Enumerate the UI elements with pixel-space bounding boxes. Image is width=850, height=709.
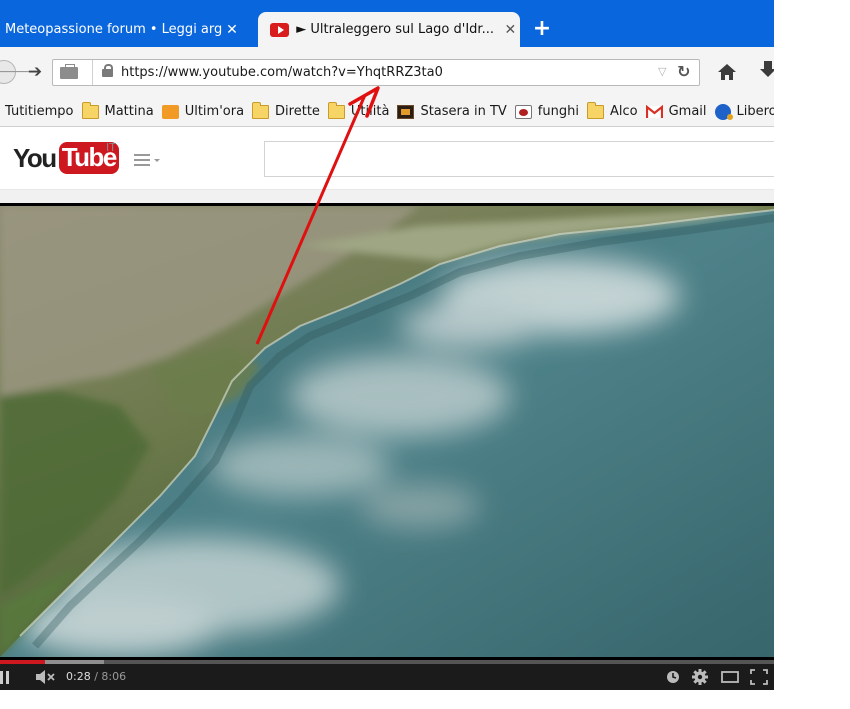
briefcase-icon <box>60 64 78 79</box>
folder-icon <box>252 101 270 119</box>
bookmark-label: funghi <box>537 104 579 119</box>
bookmark-label: Gmail <box>668 104 707 119</box>
bookmark-label: Ultim'ora <box>184 104 245 119</box>
current-time: 0:28 <box>66 670 91 683</box>
navigation-bar: 🡐 ➔ ▽ ↻ <box>0 47 774 97</box>
browser-window: Meteopassione forum • Leggi arg... ✕ ► U… <box>0 0 774 690</box>
tv-icon <box>397 104 415 119</box>
player-controls: 0:28 / 8:06 <box>0 664 774 690</box>
forward-button[interactable]: ➔ <box>24 60 46 84</box>
gear-icon <box>692 669 708 685</box>
youtube-search-input[interactable] <box>264 141 774 177</box>
guide-menu-button[interactable] <box>134 152 164 168</box>
tab-meteopassione[interactable]: Meteopassione forum • Leggi arg... ✕ <box>0 12 256 47</box>
pause-button[interactable] <box>0 671 12 684</box>
folder-icon <box>327 101 345 119</box>
close-tab-icon[interactable]: ✕ <box>222 22 242 38</box>
bookmark-label: Alco <box>609 104 638 119</box>
tab-title: Meteopassione forum • Leggi arg... <box>5 22 222 37</box>
bookmark-tutitiempo[interactable]: Tutitiempo <box>5 104 74 119</box>
youtube-favicon-icon <box>270 22 290 37</box>
new-tab-button[interactable]: + <box>531 14 553 44</box>
country-code: IT <box>106 141 116 154</box>
mushroom-icon <box>514 104 532 119</box>
theater-mode-icon <box>721 671 739 683</box>
settings-button[interactable] <box>690 668 710 686</box>
time-display: 0:28 / 8:06 <box>66 670 126 683</box>
bookmark-label: Mattina <box>104 104 154 119</box>
clock-icon <box>667 671 679 683</box>
youtube-logo[interactable]: You Tube <box>13 140 119 176</box>
video-player[interactable]: 0:28 / 8:06 <box>0 203 774 690</box>
logo-you-text: You <box>13 142 57 173</box>
home-button[interactable] <box>713 59 741 85</box>
home-icon <box>718 64 736 80</box>
watch-later-button[interactable] <box>663 668 683 686</box>
bookmark-folder-mattina[interactable]: Mattina <box>81 101 154 119</box>
folder-icon <box>81 101 99 119</box>
time-separator: / <box>94 670 98 683</box>
gmail-icon <box>645 104 663 118</box>
bookmark-funghi[interactable]: funghi <box>514 104 579 119</box>
lock-icon <box>102 64 113 77</box>
bookmark-gmail[interactable]: Gmail <box>645 104 707 119</box>
bookmark-label: Tutitiempo <box>5 104 74 119</box>
duration: 8:06 <box>101 670 127 683</box>
tab-youtube-active[interactable]: ► Ultraleggero sul Lago d'Idr... ✕ <box>258 12 520 47</box>
bookmark-label: Dirette <box>275 104 320 119</box>
url-bar[interactable]: ▽ ↻ <box>52 59 700 86</box>
bookmark-label: Utilità <box>350 104 390 119</box>
hamburger-menu-icon <box>134 154 160 166</box>
tab-strip: Meteopassione forum • Leggi arg... ✕ ► U… <box>0 0 774 47</box>
back-button[interactable]: 🡐 <box>0 60 31 84</box>
reload-icon[interactable]: ↻ <box>677 62 690 81</box>
bookmark-libero[interactable]: Libero m <box>714 103 774 120</box>
download-arrow-icon <box>760 61 774 77</box>
bookmark-label: Libero m <box>736 104 774 119</box>
bookmark-stasera-in-tv[interactable]: Stasera in TV <box>397 104 507 119</box>
close-tab-icon[interactable]: ✕ <box>501 22 520 38</box>
speaker-muted-icon <box>36 670 55 684</box>
history-dropdown-icon[interactable]: ▽ <box>658 65 666 78</box>
fullscreen-button[interactable] <box>749 668 769 686</box>
url-input[interactable] <box>121 61 641 84</box>
bookmark-folder-dirette[interactable]: Dirette <box>252 101 320 119</box>
bookmark-folder-utilita[interactable]: Utilità <box>327 101 390 119</box>
bookmarks-toolbar: Tutitiempo Mattina Ultim'ora Dirette Uti… <box>0 97 774 127</box>
fullscreen-icon <box>750 669 768 685</box>
rss-feed-icon <box>161 104 179 119</box>
lake-aerial-view-image <box>0 206 774 657</box>
site-identity-button[interactable] <box>53 60 93 85</box>
youtube-masthead: You Tube IT <box>0 128 774 190</box>
theater-mode-button[interactable] <box>720 668 740 686</box>
libero-icon <box>714 103 733 120</box>
mute-button[interactable] <box>35 668 57 686</box>
video-frame-lake-aerial[interactable] <box>0 206 774 657</box>
bookmark-label: Stasera in TV <box>420 104 507 119</box>
tab-title: ► Ultraleggero sul Lago d'Idr... <box>296 22 494 37</box>
bookmark-folder-alco[interactable]: Alco <box>586 101 638 119</box>
page-gutter <box>0 190 774 204</box>
folder-icon <box>586 101 604 119</box>
downloads-button[interactable] <box>758 59 774 85</box>
bookmark-ultimora[interactable]: Ultim'ora <box>161 104 245 119</box>
